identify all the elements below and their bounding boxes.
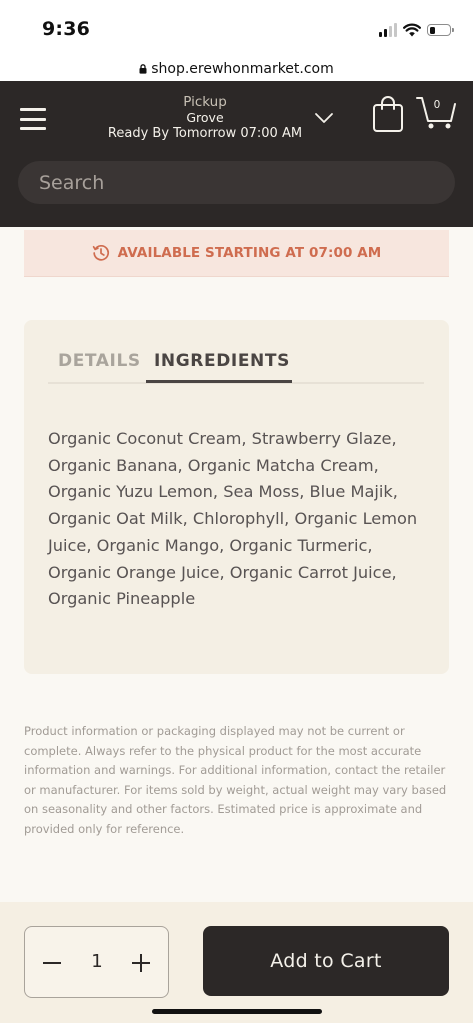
active-tab-indicator [146, 380, 292, 383]
lock-icon [139, 63, 147, 74]
decrease-quantity-button[interactable] [43, 962, 61, 964]
status-time: 9:36 [42, 18, 91, 40]
pickup-store: Grove [186, 110, 224, 125]
shopping-bag-icon[interactable] [372, 95, 404, 133]
tab-ingredients[interactable]: INGREDIENTS [154, 351, 290, 371]
search-placeholder: Search [39, 171, 105, 194]
chevron-down-icon[interactable] [313, 111, 335, 125]
url-text: shop.erewhonmarket.com [151, 60, 334, 77]
app-header: Pickup Grove Ready By Tomorrow 07:00 AM … [0, 81, 473, 227]
status-bar: 9:36 [0, 0, 473, 56]
availability-text: AVAILABLE STARTING AT 07:00 AM [117, 245, 382, 261]
status-icons [379, 20, 454, 40]
menu-icon[interactable] [20, 107, 46, 131]
tab-details[interactable]: DETAILS [58, 351, 141, 371]
pickup-selector[interactable]: Pickup Grove Ready By Tomorrow 07:00 AM [100, 94, 310, 141]
ingredients-text: Organic Coconut Cream, Strawberry Glaze,… [48, 429, 418, 609]
wifi-icon [403, 23, 421, 37]
quantity-value: 1 [91, 951, 103, 972]
cart-count-badge: 0 [433, 99, 441, 111]
quantity-stepper: 1 [24, 926, 169, 998]
purchase-bar: 1 Add to Cart [0, 902, 473, 1023]
home-indicator [152, 1009, 322, 1014]
availability-banner: AVAILABLE STARTING AT 07:00 AM [24, 230, 449, 277]
pickup-label: Pickup [183, 94, 227, 110]
cellular-signal-icon [379, 23, 397, 37]
battery-icon [427, 24, 454, 36]
browser-url-bar[interactable]: shop.erewhonmarket.com [0, 56, 473, 81]
add-to-cart-button[interactable]: Add to Cart [203, 926, 449, 996]
product-info-card: DETAILS INGREDIENTS Organic Coconut Crea… [24, 320, 449, 674]
product-disclaimer: Product information or packaging display… [24, 724, 447, 836]
increase-quantity-button[interactable] [132, 954, 150, 972]
pickup-ready-time: Ready By Tomorrow 07:00 AM [107, 126, 303, 141]
search-input[interactable]: Search [18, 161, 455, 204]
clock-icon [92, 245, 109, 261]
product-tabs: DETAILS INGREDIENTS [48, 348, 424, 384]
